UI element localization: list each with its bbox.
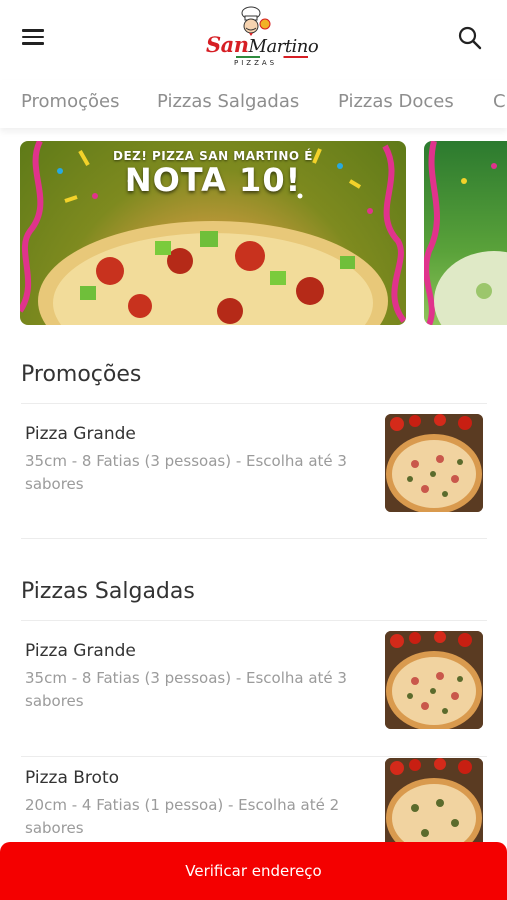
- section-title-pizzas-salgadas: Pizzas Salgadas: [21, 579, 195, 604]
- product-name: Pizza Grande: [25, 641, 136, 661]
- tab-next-category[interactable]: C: [493, 91, 506, 112]
- category-tabs: Promoções Pizzas Salgadas Pizzas Doces C: [0, 80, 507, 128]
- product-image: [385, 414, 483, 512]
- verify-address-button[interactable]: Verificar endereço: [0, 842, 507, 900]
- logo-subtitle: PIZZAS: [234, 59, 278, 67]
- product-image: [385, 631, 483, 729]
- tab-pizzas-doces[interactable]: Pizzas Doces: [338, 91, 454, 112]
- tab-promocoes[interactable]: Promoções: [21, 91, 119, 112]
- section-title-promocoes: Promoções: [21, 362, 142, 387]
- product-item[interactable]: Pizza Grande 35cm - 8 Fatias (3 pessoas)…: [21, 414, 487, 524]
- banner-next-image: [424, 141, 507, 325]
- divider: [21, 756, 487, 757]
- product-description: 35cm - 8 Fatias (3 pessoas) - Escolha at…: [25, 452, 347, 493]
- product-name: Pizza Grande: [25, 424, 136, 444]
- logo-stripe: [236, 56, 308, 58]
- divider: [21, 620, 487, 621]
- divider: [21, 403, 487, 404]
- divider: [21, 538, 487, 539]
- product-name: Pizza Broto: [25, 768, 120, 788]
- brand-logo: SanMartino PIZZAS: [200, 6, 319, 70]
- promo-banner[interactable]: DEZ! PIZZA SAN MARTINO É NOTA 10!: [20, 141, 406, 325]
- search-icon[interactable]: [456, 24, 484, 52]
- menu-icon[interactable]: [22, 26, 48, 48]
- promo-banner-next[interactable]: [424, 141, 507, 325]
- promo-banner-carousel[interactable]: DEZ! PIZZA SAN MARTINO É NOTA 10!: [0, 141, 507, 325]
- app-header: SanMartino PIZZAS: [0, 0, 507, 80]
- logo-wordmark: SanMartino: [206, 32, 319, 57]
- product-description: 20cm - 4 Fatias (1 pessoa) - Escolha até…: [25, 796, 340, 837]
- banner-headline: NOTA 10!: [124, 161, 302, 199]
- tab-pizzas-salgadas[interactable]: Pizzas Salgadas: [157, 91, 299, 112]
- product-description: 35cm - 8 Fatias (3 pessoas) - Escolha at…: [25, 669, 347, 710]
- product-item[interactable]: Pizza Grande 35cm - 8 Fatias (3 pessoas)…: [21, 631, 487, 741]
